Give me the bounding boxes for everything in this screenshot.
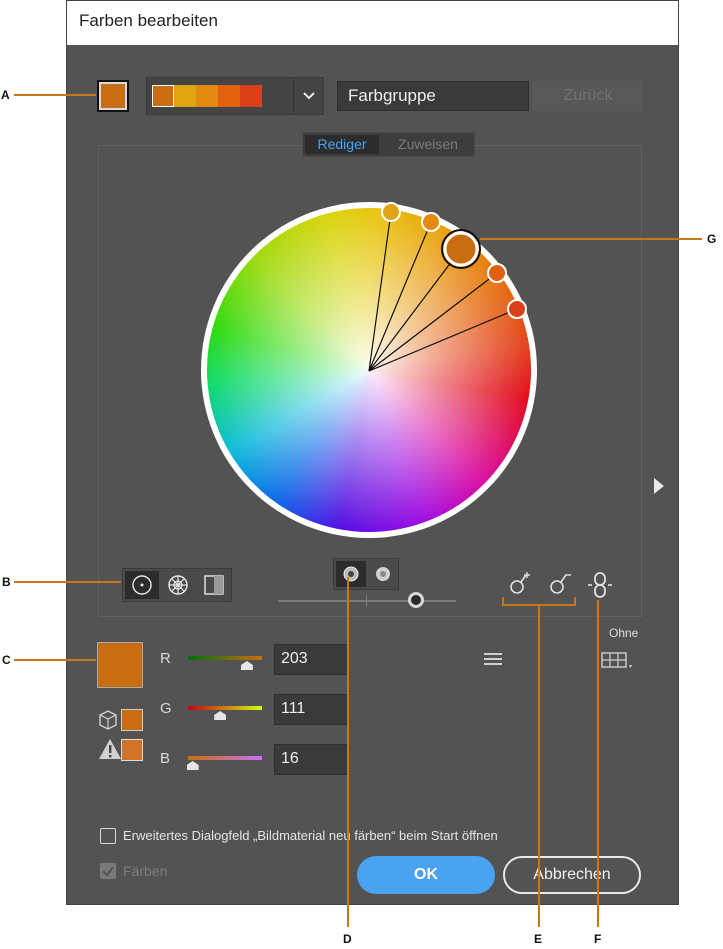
harmony-marker[interactable]	[421, 212, 441, 232]
callout-label-b: B	[2, 575, 11, 589]
open-advanced-checkbox[interactable]	[100, 828, 116, 844]
slider-track-b[interactable]	[188, 756, 262, 760]
edit-colors-dialog: Farben bearbeiten Farbgruppe Zurück Redi…	[66, 0, 679, 905]
brightness-button[interactable]	[336, 561, 366, 587]
callout-line-c	[14, 659, 96, 661]
segmented-wheel-button[interactable]	[161, 571, 195, 599]
slider-value-g[interactable]: 111	[274, 694, 347, 725]
callout-line-f	[597, 600, 599, 927]
wheel-value-toggles	[333, 558, 399, 590]
callout-label-g: G	[707, 232, 717, 246]
limit-swatches-icon[interactable]	[601, 651, 635, 671]
slider-label-g: G	[160, 700, 172, 717]
callout-line-d	[347, 577, 349, 927]
callout-label-f: F	[594, 932, 602, 946]
open-advanced-label: Erweitertes Dialogfeld „Bildmaterial neu…	[123, 828, 498, 843]
callout-label-a: A	[1, 88, 10, 102]
cancel-button[interactable]: Abbrechen	[503, 856, 641, 894]
callout-line-g	[480, 238, 702, 240]
gamut-warning-swatch[interactable]	[121, 739, 143, 761]
harmony-marker[interactable]	[507, 299, 527, 319]
harmony-marker[interactable]	[487, 263, 507, 283]
slider-label-r: R	[160, 650, 171, 667]
callout-bracket-e-right	[574, 597, 576, 606]
warning-icon	[99, 739, 121, 759]
link-harmony-icon[interactable]	[586, 569, 614, 601]
saturation-icon	[376, 567, 390, 581]
current-color-swatch	[97, 642, 143, 688]
segmented-wheel-icon	[168, 575, 188, 595]
slider-value-b[interactable]: 16	[274, 744, 347, 775]
wheel-display-toggles	[122, 568, 232, 602]
color-bars-button[interactable]	[197, 571, 231, 599]
callout-label-d: D	[343, 932, 352, 946]
smooth-wheel-button[interactable]	[125, 571, 159, 599]
wheel-value-slider-knob[interactable]	[408, 592, 424, 608]
wheel-value-slider-track[interactable]	[278, 600, 456, 602]
harmony-marker[interactable]	[381, 202, 401, 222]
ok-button[interactable]: OK	[357, 856, 495, 894]
slider-value-r[interactable]: 203	[274, 644, 347, 675]
wheel-value-slider-tick	[366, 595, 367, 607]
brightness-icon	[343, 566, 359, 582]
right-arrow-icon[interactable]	[652, 476, 666, 496]
faerben-checkbox[interactable]	[100, 863, 116, 879]
callout-label-c: C	[2, 653, 11, 667]
harmony-markers	[368, 202, 527, 372]
saturation-button[interactable]	[368, 561, 398, 587]
callout-label-e: E	[534, 932, 543, 946]
base-color-marker[interactable]	[443, 231, 479, 267]
slider-label-b: B	[160, 750, 171, 767]
limit-swatches-label: Ohne	[609, 626, 639, 640]
remove-color-tool-icon[interactable]	[545, 568, 575, 598]
callout-line-e	[538, 605, 540, 927]
slider-track-r[interactable]	[188, 656, 262, 660]
slider-track-g[interactable]	[188, 706, 262, 710]
checkmark-icon	[102, 866, 114, 877]
color-mode-menu-icon[interactable]	[483, 651, 503, 667]
web-safe-color-swatch[interactable]	[121, 709, 143, 731]
callout-bracket-e-left	[502, 597, 504, 606]
add-color-tool-icon[interactable]	[505, 568, 535, 598]
faerben-label: Färben	[123, 863, 168, 879]
callout-line-a	[14, 94, 96, 96]
color-bars-icon	[204, 575, 224, 595]
smooth-wheel-icon	[132, 575, 152, 595]
cube-icon	[99, 710, 117, 730]
callout-line-b	[14, 581, 121, 583]
